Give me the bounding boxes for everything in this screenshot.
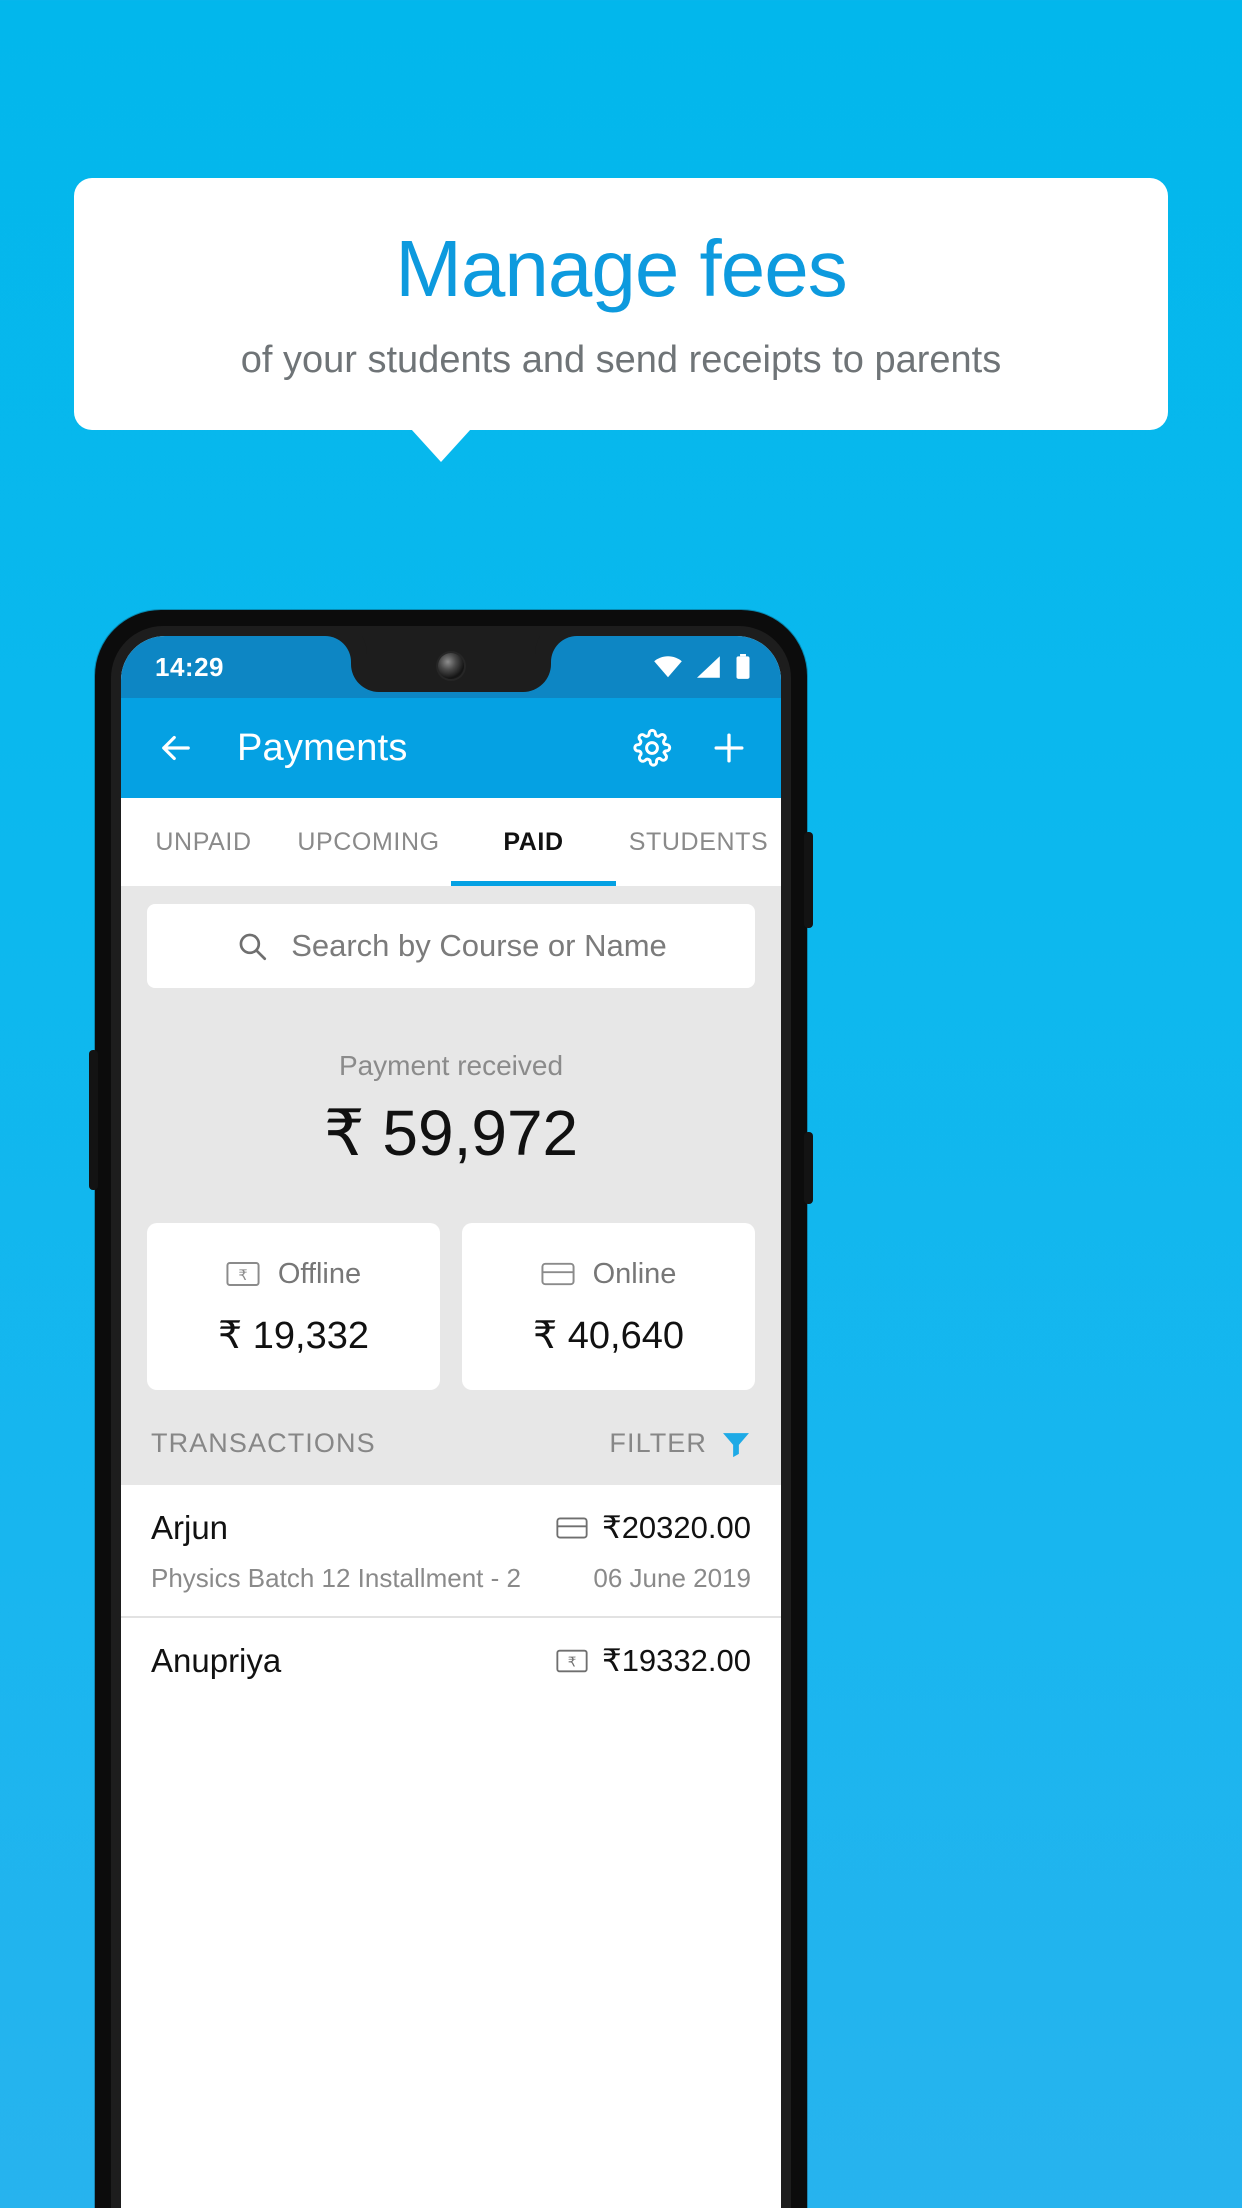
svg-text:₹: ₹ <box>568 1655 577 1670</box>
svg-text:₹: ₹ <box>238 1268 247 1284</box>
filter-button[interactable]: FILTER <box>609 1428 751 1459</box>
filter-icon <box>721 1429 751 1459</box>
promo-title: Manage fees <box>395 224 848 314</box>
transaction-amount-group: ₹ ₹19332.00 <box>556 1643 751 1679</box>
search-placeholder: Search by Course or Name <box>291 928 667 963</box>
paid-tab-content: Search by Course or Name Payment receive… <box>121 886 781 1485</box>
tab-bar: UNPAID UPCOMING PAID STUDENTS <box>121 798 781 886</box>
promo-callout: Manage fees of your students and send re… <box>74 178 1168 430</box>
search-icon <box>235 929 269 963</box>
search-input[interactable]: Search by Course or Name <box>147 904 755 988</box>
phone-notch <box>351 636 551 692</box>
page-title: Payments <box>237 726 408 769</box>
online-label: Online <box>592 1257 677 1290</box>
credit-card-icon <box>541 1257 575 1291</box>
payment-summary: Payment received ₹ 59,972 <box>121 988 781 1171</box>
volume-up-button[interactable] <box>804 1132 813 1204</box>
tab-unpaid[interactable]: UNPAID <box>121 798 286 886</box>
tab-students[interactable]: STUDENTS <box>616 798 781 886</box>
tab-paid[interactable]: PAID <box>451 798 616 886</box>
transaction-amount: ₹20320.00 <box>601 1510 751 1545</box>
volume-down-button[interactable] <box>89 1050 98 1190</box>
search-container: Search by Course or Name <box>121 886 781 988</box>
transaction-student-name: Arjun <box>151 1509 229 1546</box>
phone-bezel: 14:29 Payments UNPAID UPCOMING PAID STUD… <box>111 626 791 2208</box>
tab-upcoming[interactable]: UPCOMING <box>286 798 451 886</box>
credit-card-icon <box>556 1512 588 1544</box>
transaction-description: Physics Batch 12 Installment - 2 <box>151 1563 521 1593</box>
transaction-primary-line: Anupriya ₹ ₹19332.00 <box>151 1642 751 1680</box>
offline-label: Offline <box>277 1257 362 1290</box>
payment-received-amount: ₹ 59,972 <box>323 1097 579 1169</box>
transaction-student-name: Anupriya <box>151 1642 282 1679</box>
offline-card-head: ₹ Offline <box>147 1257 440 1291</box>
phone-screen: 14:29 Payments UNPAID UPCOMING PAID STUD… <box>121 636 781 2208</box>
cash-note-icon: ₹ <box>226 1257 260 1291</box>
app-bar: Payments <box>121 698 781 798</box>
add-payment-button[interactable] <box>707 726 751 770</box>
transaction-amount-group: ₹20320.00 <box>556 1510 751 1546</box>
table-row[interactable]: Anupriya ₹ ₹19332.00 <box>121 1616 781 1702</box>
signal-icon <box>695 655 723 679</box>
status-icons <box>653 654 751 680</box>
online-card[interactable]: Online ₹ 40,640 <box>462 1223 755 1390</box>
transaction-date: 06 June 2019 <box>593 1563 751 1593</box>
back-button[interactable] <box>155 727 197 769</box>
battery-icon <box>735 654 751 680</box>
phone-mockup: 14:29 Payments UNPAID UPCOMING PAID STUD… <box>89 610 813 2208</box>
gear-icon[interactable] <box>631 727 673 769</box>
power-button[interactable] <box>804 832 813 928</box>
offline-amount: ₹ 19,332 <box>218 1315 369 1357</box>
app-bar-actions <box>631 726 751 770</box>
transaction-secondary-line: Physics Batch 12 Installment - 2 06 June… <box>151 1563 751 1594</box>
promo-subtitle: of your students and send receipts to pa… <box>240 338 1002 381</box>
online-card-head: Online <box>462 1257 755 1291</box>
transactions-label: TRANSACTIONS <box>151 1428 376 1458</box>
wifi-icon <box>653 655 683 679</box>
cash-note-icon: ₹ <box>556 1645 588 1677</box>
promo-callout-tail <box>411 429 471 462</box>
transactions-header: TRANSACTIONS FILTER <box>121 1390 781 1485</box>
transaction-amount: ₹19332.00 <box>601 1643 751 1678</box>
front-camera-icon <box>438 653 464 679</box>
filter-label: FILTER <box>609 1428 707 1458</box>
transaction-primary-line: Arjun ₹20320.00 <box>151 1509 751 1547</box>
payment-received-label: Payment received <box>338 1050 564 1081</box>
online-amount: ₹ 40,640 <box>533 1315 684 1357</box>
payment-breakdown: ₹ Offline ₹ 19,332 Online ₹ 40,640 <box>121 1171 781 1390</box>
table-row[interactable]: Arjun ₹20320.00 Physics Batch 12 Install… <box>121 1485 781 1616</box>
transaction-list: Arjun ₹20320.00 Physics Batch 12 Install… <box>121 1485 781 1702</box>
offline-card[interactable]: ₹ Offline ₹ 19,332 <box>147 1223 440 1390</box>
status-time: 14:29 <box>155 651 224 682</box>
